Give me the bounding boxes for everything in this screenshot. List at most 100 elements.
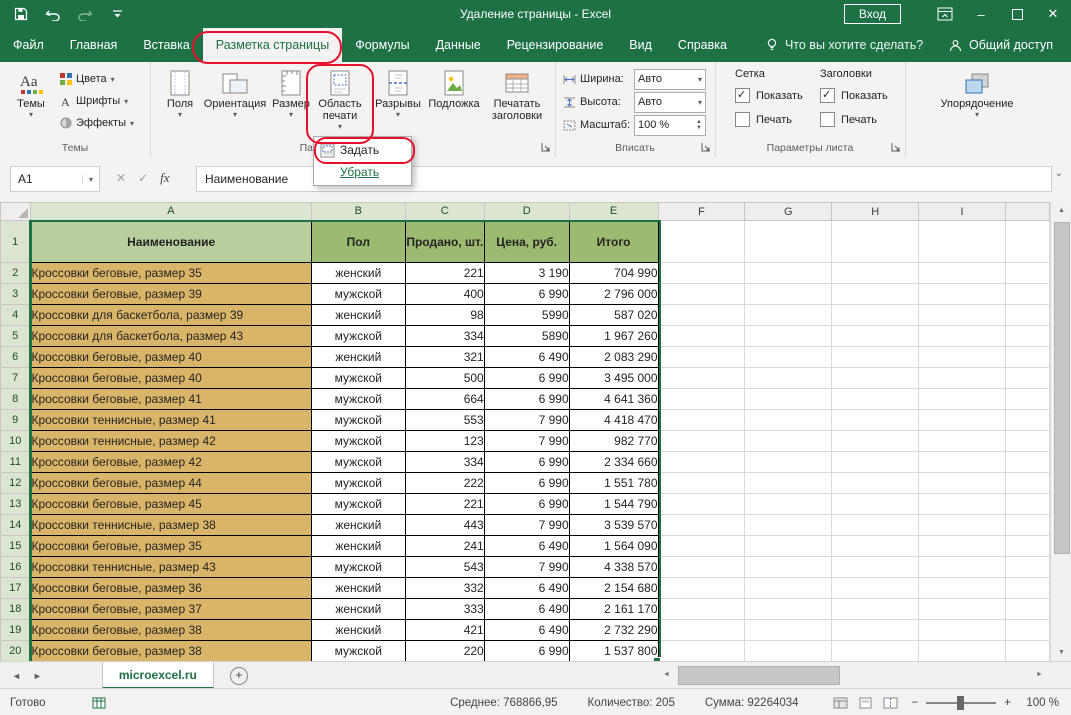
cell-A14[interactable]: Кроссовки теннисные, размер 38 xyxy=(30,515,311,536)
cell-A1[interactable]: Наименование xyxy=(30,221,311,263)
cell-empty[interactable] xyxy=(919,515,1006,536)
cell-D11[interactable]: 6 990 xyxy=(484,452,569,473)
cell-C17[interactable]: 332 xyxy=(405,578,484,599)
column-header-A[interactable]: A xyxy=(30,203,311,221)
cell-B5[interactable]: мужской xyxy=(311,326,405,347)
cell-C3[interactable]: 400 xyxy=(405,284,484,305)
cell-D16[interactable]: 7 990 xyxy=(484,557,569,578)
cell-empty[interactable] xyxy=(658,557,745,578)
row-header-13[interactable]: 13 xyxy=(1,494,31,515)
cell-E15[interactable]: 1 564 090 xyxy=(569,536,658,557)
cell-empty[interactable] xyxy=(832,410,919,431)
cell-C18[interactable]: 333 xyxy=(405,599,484,620)
cell-D13[interactable]: 6 990 xyxy=(484,494,569,515)
menu-item-clear-print-area[interactable]: Убрать xyxy=(314,161,411,183)
cell-empty[interactable] xyxy=(745,368,832,389)
cell-empty[interactable] xyxy=(1005,557,1049,578)
cell-empty[interactable] xyxy=(658,263,745,284)
cell-empty[interactable] xyxy=(1005,368,1049,389)
cell-empty[interactable] xyxy=(832,221,919,263)
scale-to-fit-dialog-launcher-icon[interactable] xyxy=(701,142,712,153)
name-box-dropdown-icon[interactable]: ▾ xyxy=(82,175,99,184)
cell-B1[interactable]: Пол xyxy=(311,221,405,263)
cell-empty[interactable] xyxy=(745,410,832,431)
cell-E2[interactable]: 704 990 xyxy=(569,263,658,284)
cell-E13[interactable]: 1 544 790 xyxy=(569,494,658,515)
cell-empty[interactable] xyxy=(745,263,832,284)
cell-empty[interactable] xyxy=(832,305,919,326)
theme-fonts-button[interactable]: A Шрифты▾ xyxy=(60,91,128,111)
row-header-2[interactable]: 2 xyxy=(1,263,31,284)
row-header-6[interactable]: 6 xyxy=(1,347,31,368)
tab-home[interactable]: Главная xyxy=(57,28,131,62)
cell-empty[interactable] xyxy=(832,284,919,305)
tab-review[interactable]: Рецензирование xyxy=(494,28,617,62)
arrange-button[interactable]: Упорядочение ▾ xyxy=(935,65,1019,119)
cell-empty[interactable] xyxy=(745,389,832,410)
cell-empty[interactable] xyxy=(658,389,745,410)
cell-empty[interactable] xyxy=(1005,494,1049,515)
tab-help[interactable]: Справка xyxy=(665,28,740,62)
cell-E20[interactable]: 1 537 800 xyxy=(569,641,658,662)
cell-C20[interactable]: 220 xyxy=(405,641,484,662)
size-button[interactable]: Размер ▾ xyxy=(268,65,314,119)
cell-D12[interactable]: 6 990 xyxy=(484,473,569,494)
cell-empty[interactable] xyxy=(658,599,745,620)
save-icon[interactable] xyxy=(12,5,30,23)
cell-C10[interactable]: 123 xyxy=(405,431,484,452)
cell-empty[interactable] xyxy=(832,263,919,284)
cell-empty[interactable] xyxy=(658,641,745,662)
cell-empty[interactable] xyxy=(832,368,919,389)
cell-empty[interactable] xyxy=(1005,431,1049,452)
cell-empty[interactable] xyxy=(1005,620,1049,641)
cell-empty[interactable] xyxy=(919,452,1006,473)
cell-B14[interactable]: женский xyxy=(311,515,405,536)
height-combo[interactable]: Авто▾ xyxy=(634,92,706,113)
cell-empty[interactable] xyxy=(658,410,745,431)
cell-E10[interactable]: 982 770 xyxy=(569,431,658,452)
maximize-icon[interactable] xyxy=(999,0,1035,28)
cell-E16[interactable]: 4 338 570 xyxy=(569,557,658,578)
tell-me-box[interactable]: Что вы хотите сделать? xyxy=(766,28,923,62)
cell-B17[interactable]: женский xyxy=(311,578,405,599)
view-normal-icon[interactable] xyxy=(833,697,848,709)
width-combo[interactable]: Авто▾ xyxy=(634,69,706,90)
cell-empty[interactable] xyxy=(1005,452,1049,473)
headings-print-checkbox[interactable]: Печать xyxy=(820,112,900,127)
cell-D19[interactable]: 6 490 xyxy=(484,620,569,641)
scroll-right-icon[interactable]: ► xyxy=(1031,671,1048,678)
cell-C16[interactable]: 543 xyxy=(405,557,484,578)
cell-D20[interactable]: 6 990 xyxy=(484,641,569,662)
cell-empty[interactable] xyxy=(658,326,745,347)
cell-empty[interactable] xyxy=(1005,536,1049,557)
tab-view[interactable]: Вид xyxy=(616,28,665,62)
cell-empty[interactable] xyxy=(658,452,745,473)
row-header-10[interactable]: 10 xyxy=(1,431,31,452)
cell-A2[interactable]: Кроссовки беговые, размер 35 xyxy=(30,263,311,284)
row-header-4[interactable]: 4 xyxy=(1,305,31,326)
cell-E11[interactable]: 2 334 660 xyxy=(569,452,658,473)
cell-E19[interactable]: 2 732 290 xyxy=(569,620,658,641)
scale-spinner[interactable]: 100 %▲▼ xyxy=(634,115,706,136)
cell-empty[interactable] xyxy=(745,221,832,263)
cell-E9[interactable]: 4 418 470 xyxy=(569,410,658,431)
cell-empty[interactable] xyxy=(658,347,745,368)
row-header-17[interactable]: 17 xyxy=(1,578,31,599)
print-titles-button[interactable]: Печатать заголовки xyxy=(484,65,550,122)
cell-empty[interactable] xyxy=(832,389,919,410)
cell-A18[interactable]: Кроссовки беговые, размер 37 xyxy=(30,599,311,620)
macro-record-icon[interactable] xyxy=(92,697,106,709)
name-box[interactable]: A1 ▾ xyxy=(10,166,100,192)
row-header-19[interactable]: 19 xyxy=(1,620,31,641)
cell-C2[interactable]: 221 xyxy=(405,263,484,284)
cell-A8[interactable]: Кроссовки беговые, размер 41 xyxy=(30,389,311,410)
cell-empty[interactable] xyxy=(919,431,1006,452)
cell-empty[interactable] xyxy=(919,599,1006,620)
sheet-options-dialog-launcher-icon[interactable] xyxy=(891,142,902,153)
cell-B6[interactable]: женский xyxy=(311,347,405,368)
cell-empty[interactable] xyxy=(919,641,1006,662)
column-header-H[interactable]: H xyxy=(832,203,919,221)
cell-E18[interactable]: 2 161 170 xyxy=(569,599,658,620)
cell-C7[interactable]: 500 xyxy=(405,368,484,389)
cell-A5[interactable]: Кроссовки для баскетбола, размер 43 xyxy=(30,326,311,347)
